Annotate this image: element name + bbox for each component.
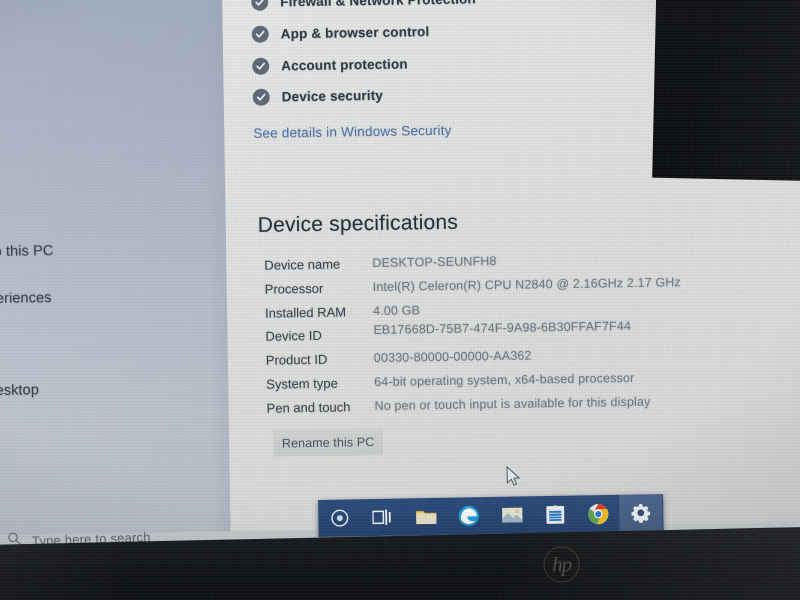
security-item-account-protection[interactable]: Account protection — [252, 55, 408, 75]
check-circle-icon — [252, 57, 270, 75]
sidebar-item-storage[interactable]: ge — [0, 98, 154, 117]
sidebar-item-shared-experiences[interactable]: red experiences — [0, 288, 157, 308]
security-item-device-security[interactable]: Device security — [252, 87, 384, 106]
spec-value: DESKTOP-SEUNFH8 — [372, 254, 497, 271]
hp-logo: hp — [543, 545, 580, 583]
spec-key: System type — [266, 375, 338, 392]
check-circle-icon — [251, 0, 269, 11]
photos-icon[interactable] — [490, 496, 534, 534]
chrome-icon[interactable] — [576, 495, 620, 533]
see-details-windows-security-link[interactable]: See details in Windows Security — [253, 123, 452, 141]
spec-key: Pen and touch — [266, 399, 351, 416]
sidebar-item-projecting-to-pc[interactable]: ecting to this PC — [0, 241, 156, 261]
spec-key: Device name — [264, 256, 341, 273]
check-circle-icon — [251, 25, 269, 43]
spec-key: Processor — [264, 280, 324, 297]
sidebar-item-battery[interactable]: y — [0, 49, 153, 68]
sidebar-item-power-sleep[interactable]: & sleep — [0, 1, 152, 20]
security-item-label: Account protection — [281, 56, 408, 74]
page-title: Device specifications — [257, 210, 459, 237]
file-explorer-icon[interactable] — [404, 498, 448, 536]
security-item-label: App & browser control — [280, 24, 430, 42]
security-item-firewall[interactable]: Firewall & Network Protection — [251, 0, 476, 11]
spec-key: Product ID — [265, 351, 328, 368]
check-circle-icon — [252, 88, 270, 106]
sidebar-item-multitasking[interactable]: tasking — [0, 194, 155, 213]
spec-value: 4.00 GB — [372, 303, 421, 319]
task-view-icon[interactable] — [361, 498, 405, 536]
settings-navigation-pane: & sleep y ge t mode tasking ecting to th… — [0, 0, 242, 535]
security-item-label: Device security — [281, 87, 384, 105]
spec-key: Installed RAM — [264, 304, 347, 321]
spec-value: No pen or touch input is available for t… — [374, 394, 651, 414]
sidebar-item-remote-desktop[interactable]: mote Desktop — [0, 380, 158, 399]
spec-key: Device ID — [265, 327, 322, 344]
sidebar-item-about[interactable]: out — [0, 426, 159, 445]
settings-gear-icon[interactable] — [618, 493, 663, 532]
spec-value: EB17668D-75B7-474F-9A98-6B30FFAF7F44 — [373, 318, 632, 338]
mouse-cursor — [506, 465, 522, 493]
store-icon[interactable] — [533, 495, 577, 533]
sidebar-item-clipboard[interactable]: pboard — [0, 335, 158, 354]
sidebar-item-tablet-mode[interactable]: t mode — [0, 146, 155, 165]
spec-value: 64-bit operating system, x64-based proce… — [374, 370, 635, 390]
security-item-app-browser-control[interactable]: App & browser control — [251, 23, 430, 43]
rename-this-pc-button[interactable]: Rename this PC — [272, 427, 384, 457]
cortana-icon[interactable] — [318, 499, 362, 537]
edge-icon[interactable] — [447, 497, 491, 535]
security-item-label: Firewall & Network Protection — [280, 0, 476, 10]
laptop-screen-photo: & sleep y ge t mode tasking ecting to th… — [0, 0, 800, 600]
laptop-bezel-right — [652, 0, 800, 183]
spec-value: 00330-80000-00000-AA362 — [373, 348, 532, 366]
